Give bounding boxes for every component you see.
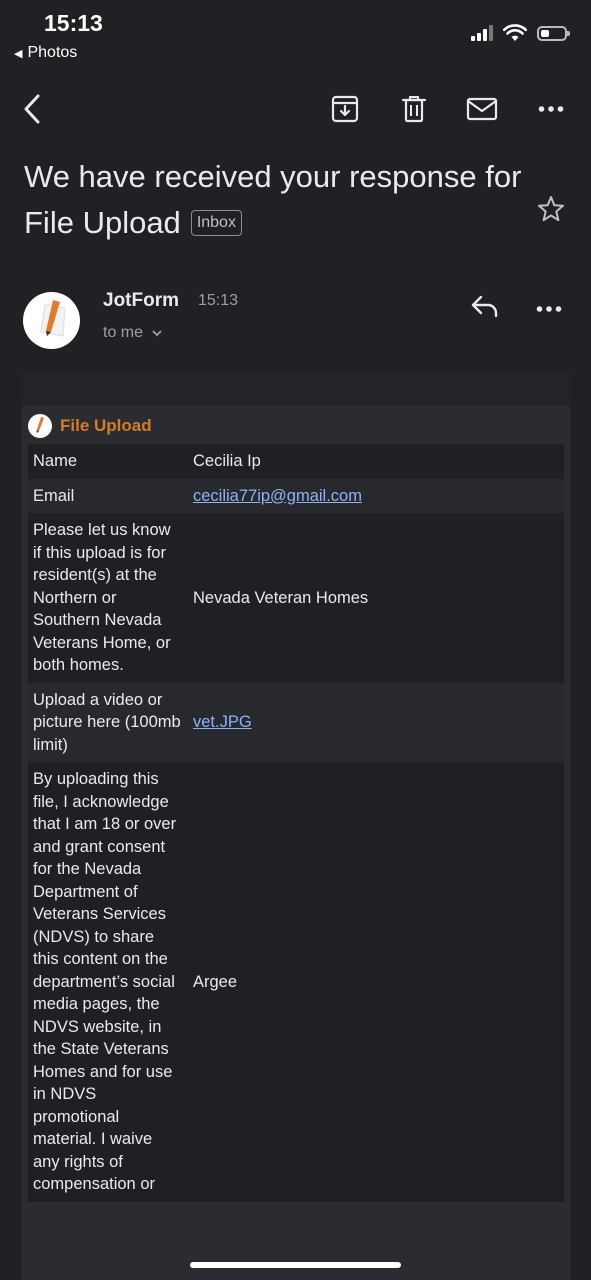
field-label: Upload a video or picture here (100mb li… (33, 690, 181, 754)
form-header: File Upload (28, 411, 152, 441)
email-toolbar (0, 85, 591, 133)
sender-avatar[interactable] (23, 292, 80, 349)
back-button[interactable] (14, 91, 50, 127)
more-icon (536, 306, 562, 312)
back-to-photos-link[interactable]: ◀ Photos (14, 44, 77, 62)
form-container: File Upload Name Cecilia Ip Email cecili… (22, 405, 570, 1280)
home-indicator[interactable] (190, 1262, 401, 1268)
reply-icon (471, 295, 498, 318)
status-bar: 15:13 ◀ Photos (0, 0, 591, 70)
table-row: Name Cecilia Ip (28, 444, 564, 479)
field-label: Please let us know if this upload is for… (33, 521, 171, 674)
delete-button[interactable] (396, 91, 432, 127)
battery-icon (537, 25, 570, 41)
inbox-label-badge[interactable]: Inbox (190, 210, 242, 236)
message-more-button[interactable] (536, 294, 566, 324)
signal-icon (471, 25, 493, 41)
sender-name[interactable]: JotForm (103, 290, 179, 312)
subject-text: We have received your response for File … (24, 159, 522, 240)
table-row: Upload a video or picture here (100mb li… (28, 682, 564, 763)
field-value: Cecilia Ip (193, 452, 261, 470)
table-row: By uploading this file, I acknowledge th… (28, 762, 564, 1202)
trash-icon (401, 96, 427, 123)
archive-button[interactable] (327, 91, 363, 127)
star-icon[interactable] (537, 195, 565, 223)
email-subject: We have received your response for File … (24, 154, 524, 246)
recipient-details-toggle[interactable]: to me (103, 324, 163, 342)
field-label: By uploading this file, I acknowledge th… (33, 770, 177, 1193)
field-label: Name (33, 452, 78, 470)
field-value: vet.JPG (188, 683, 564, 763)
email-link[interactable]: cecilia77ip@gmail.com (193, 487, 362, 505)
status-time: 15:13 (44, 10, 103, 36)
sender-time: 15:13 (198, 292, 239, 309)
jotform-logo-icon (40, 300, 66, 337)
back-arrow-icon (24, 94, 40, 124)
field-label: Email (33, 486, 75, 505)
jotform-logo-icon (28, 414, 52, 438)
recipient-text: to me (103, 324, 144, 341)
archive-icon (331, 95, 359, 123)
status-icons (471, 24, 570, 42)
attachment-link[interactable]: vet.JPG (193, 713, 252, 731)
field-value: Nevada Veteran Homes (193, 588, 369, 607)
back-app-label: Photos (27, 44, 78, 61)
more-icon (538, 106, 564, 112)
field-value: cecilia77ip@gmail.com (188, 479, 564, 514)
submission-table: Name Cecilia Ip Email cecilia77ip@gmail.… (28, 444, 564, 1202)
wifi-icon (503, 24, 527, 41)
mark-unread-button[interactable] (464, 91, 500, 127)
more-options-button[interactable] (533, 91, 569, 127)
reply-button[interactable] (470, 294, 506, 324)
field-value: Argee (193, 972, 238, 991)
back-triangle-icon: ◀ (14, 48, 23, 60)
chevron-down-icon (152, 330, 163, 337)
mail-icon (466, 97, 498, 121)
table-row: Please let us know if this upload is for… (28, 513, 564, 683)
email-body: File Upload Name Cecilia Ip Email cecili… (22, 371, 570, 1280)
form-title: File Upload (60, 416, 152, 435)
table-row: Email cecilia77ip@gmail.com (28, 478, 564, 514)
